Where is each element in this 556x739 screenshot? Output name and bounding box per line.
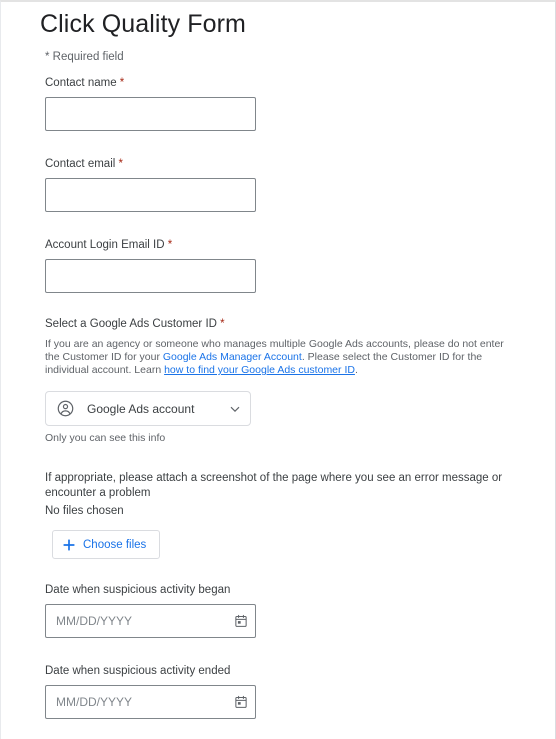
required-field-note: * Required field bbox=[45, 51, 124, 63]
click-quality-form: Click Quality Form * Required field Cont… bbox=[1, 9, 555, 739]
date-began-wrap bbox=[45, 604, 256, 638]
form-page: Click Quality Form * Required field Cont… bbox=[0, 0, 556, 739]
choose-files-button[interactable]: Choose files bbox=[52, 530, 161, 559]
required-asterisk: * bbox=[118, 158, 123, 170]
field-contact-email: Contact email * bbox=[45, 157, 555, 212]
find-customer-id-link[interactable]: how to find your Google Ads customer ID bbox=[164, 364, 355, 376]
account-privacy-note: Only you can see this info bbox=[45, 432, 166, 444]
customer-id-description: If you are an agency or someone who mana… bbox=[45, 338, 515, 377]
attachment-status: No files chosen bbox=[45, 505, 124, 517]
contact-name-input[interactable] bbox=[45, 97, 256, 131]
date-began-label: Date when suspicious activity began bbox=[45, 584, 231, 596]
customer-id-description-part3: . bbox=[354, 364, 358, 376]
attachment-description: If appropriate, please attach a screensh… bbox=[45, 472, 503, 499]
selected-account-label: Google Ads account bbox=[87, 401, 195, 416]
required-asterisk: * bbox=[167, 239, 173, 251]
account-login-email-id-label-text: Account Login Email ID bbox=[45, 239, 168, 251]
choose-files-label: Choose files bbox=[83, 538, 147, 551]
customer-id-label: Select a Google Ads Customer ID * bbox=[45, 317, 555, 331]
account-login-email-id-label: Account Login Email ID * bbox=[45, 238, 555, 252]
field-customer-id-label-block: Select a Google Ads Customer ID * bbox=[45, 317, 555, 331]
page-title: Click Quality Form bbox=[40, 10, 246, 38]
customer-id-label-text: Select a Google Ads Customer ID bbox=[45, 318, 221, 330]
field-account-login-email-id: Account Login Email ID * bbox=[45, 238, 555, 293]
contact-email-input[interactable] bbox=[45, 178, 256, 212]
date-began-input[interactable] bbox=[45, 604, 256, 638]
field-contact-name: Contact name * bbox=[45, 76, 555, 131]
date-ended-wrap bbox=[45, 685, 256, 719]
contact-name-label-text: Contact name bbox=[45, 77, 120, 89]
google-ads-account-select[interactable]: Google Ads account bbox=[45, 391, 251, 426]
account-login-email-id-input[interactable] bbox=[45, 259, 256, 293]
required-asterisk: * bbox=[119, 77, 125, 89]
account-circle-icon bbox=[57, 400, 74, 417]
required-asterisk: * bbox=[220, 318, 225, 330]
manager-account-link[interactable]: Google Ads Manager Account bbox=[163, 351, 302, 363]
plus-icon bbox=[63, 538, 75, 551]
contact-name-label: Contact name * bbox=[45, 76, 555, 90]
contact-email-label: Contact email * bbox=[45, 157, 555, 171]
field-date-ended: Date when suspicious activity ended bbox=[45, 664, 555, 719]
chevron-down-icon bbox=[230, 406, 240, 412]
field-customer-id-select-block: Google Ads account bbox=[45, 391, 555, 426]
date-ended-input[interactable] bbox=[45, 685, 256, 719]
date-ended-label: Date when suspicious activity ended bbox=[45, 665, 231, 677]
contact-email-label-text: Contact email bbox=[45, 158, 119, 170]
field-date-began: Date when suspicious activity began bbox=[45, 583, 555, 638]
